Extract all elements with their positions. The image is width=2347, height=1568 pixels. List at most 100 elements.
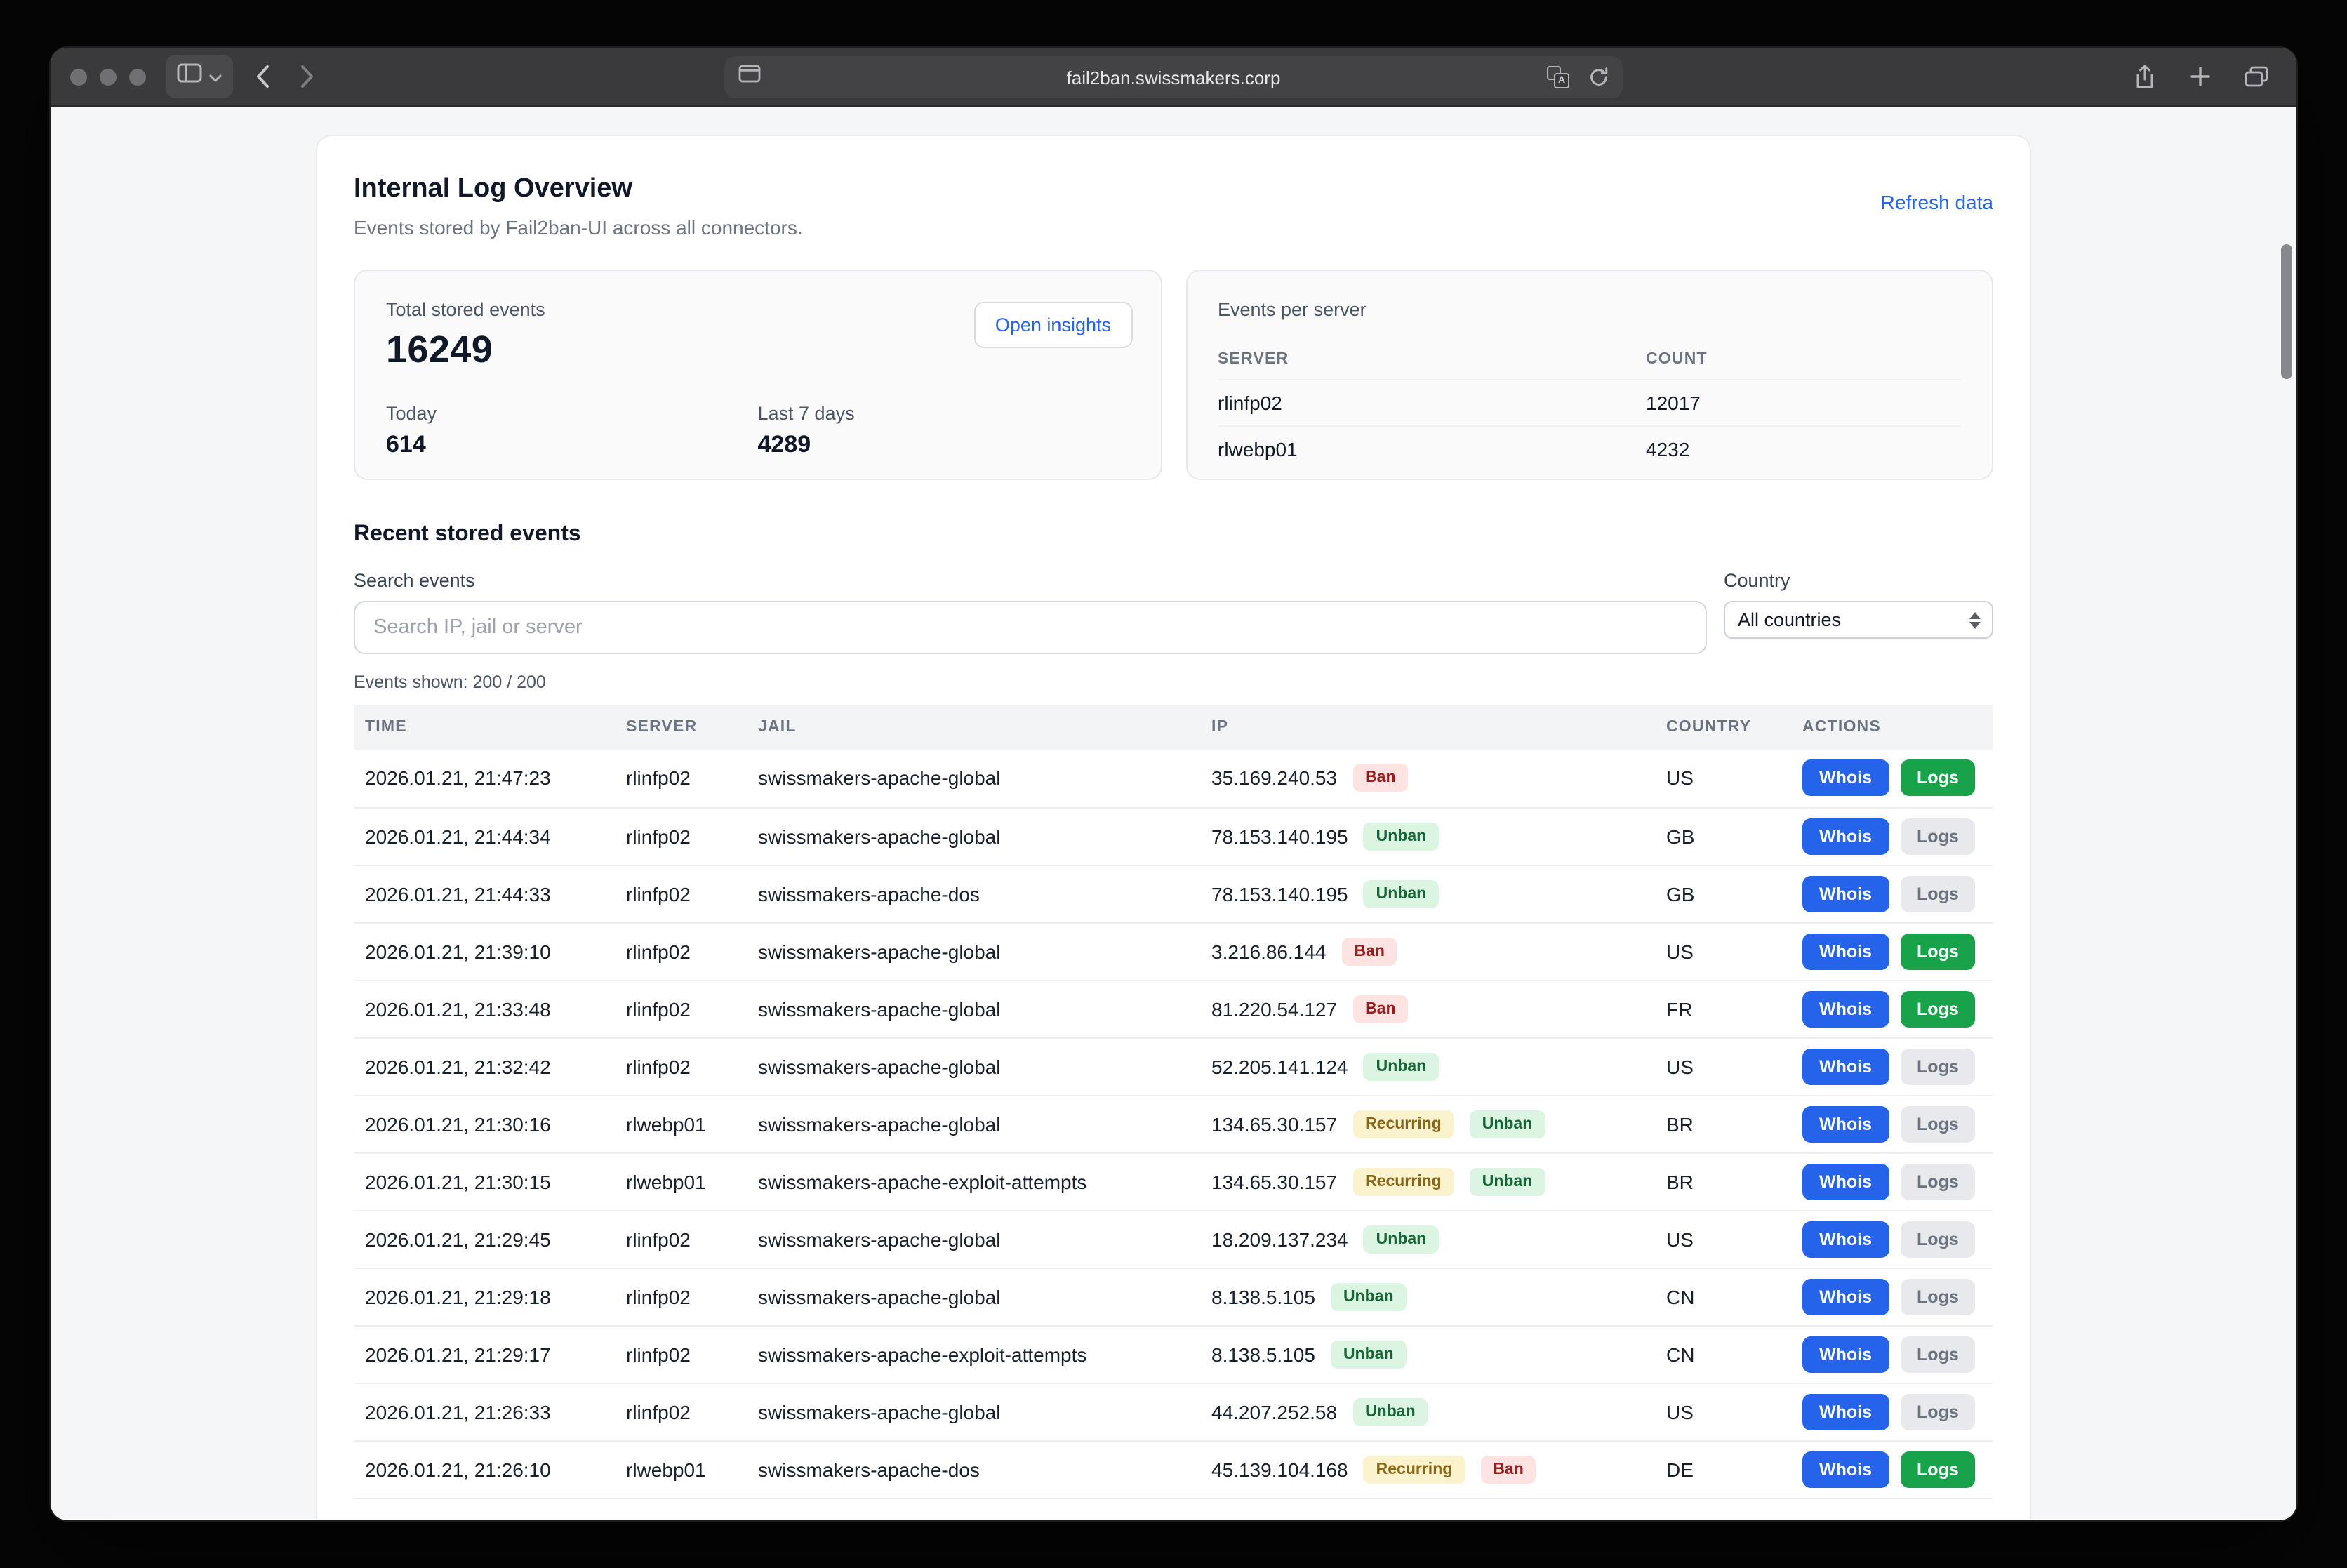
whois-button[interactable]: Whois <box>1802 1105 1889 1142</box>
status-badge: Unban <box>1331 1282 1407 1310</box>
col-jail: JAIL <box>747 705 1200 750</box>
refresh-data-link[interactable]: Refresh data <box>1881 191 1993 213</box>
per-server-col-count: COUNT <box>1646 351 1708 368</box>
new-tab-button[interactable] <box>2187 63 2214 90</box>
event-time: 2026.01.21, 21:47:23 <box>354 750 615 807</box>
logs-button[interactable]: Logs <box>1900 818 1976 854</box>
status-badge: Recurring <box>1352 1110 1454 1138</box>
minimize-window-button[interactable] <box>100 68 117 85</box>
event-time: 2026.01.21, 21:30:15 <box>354 1152 615 1210</box>
status-badge: Unban <box>1352 1397 1428 1426</box>
zoom-window-button[interactable] <box>129 68 146 85</box>
logs-button[interactable]: Logs <box>1900 1393 1976 1430</box>
event-ip: 3.216.86.144Ban <box>1200 922 1655 980</box>
event-row: 2026.01.21, 21:30:16rlwebp01swissmakers-… <box>354 1095 1993 1152</box>
page-title: Internal Log Overview <box>354 173 803 206</box>
whois-button[interactable]: Whois <box>1802 1336 1889 1372</box>
whois-button[interactable]: Whois <box>1802 1163 1889 1200</box>
logs-button[interactable]: Logs <box>1900 1451 1976 1487</box>
whois-button[interactable]: Whois <box>1802 760 1889 797</box>
events-table-header: TIME SERVER JAIL IP COUNTRY ACTIONS <box>354 705 1993 750</box>
logs-button[interactable]: Logs <box>1900 1105 1976 1142</box>
event-ip: 45.139.104.168RecurringBan <box>1200 1440 1655 1498</box>
event-row: 2026.01.21, 21:44:34rlinfp02swissmakers-… <box>354 807 1993 865</box>
search-input[interactable] <box>354 601 1707 654</box>
col-country: COUNTRY <box>1655 705 1791 750</box>
country-label: Country <box>1724 570 1993 591</box>
per-server-header-row: SERVER COUNT <box>1218 340 1961 380</box>
scrollbar-thumb[interactable] <box>2281 244 2292 379</box>
last7-stat: Last 7 days 4289 <box>758 403 1130 459</box>
ip-address: 8.138.5.105 <box>1211 1343 1315 1365</box>
logs-button[interactable]: Logs <box>1900 1336 1976 1372</box>
event-row: 2026.01.21, 21:26:33rlinfp02swissmakers-… <box>354 1383 1993 1440</box>
whois-button[interactable]: Whois <box>1802 1221 1889 1257</box>
event-row: 2026.01.21, 21:44:33rlinfp02swissmakers-… <box>354 865 1993 922</box>
screen: fail2ban.swissmakers.corp A <box>0 0 2347 1568</box>
event-actions: Whois Logs <box>1791 922 1993 980</box>
back-button[interactable] <box>253 62 272 91</box>
ip-address: 134.65.30.157 <box>1211 1170 1337 1192</box>
event-jail: swissmakers-apache-dos <box>747 1440 1200 1498</box>
logs-button[interactable]: Logs <box>1900 933 1976 969</box>
share-icon[interactable] <box>2131 61 2159 92</box>
event-jail: swissmakers-apache-global <box>747 807 1200 865</box>
forward-button[interactable] <box>298 62 317 91</box>
server-name: rlwebp01 <box>1218 438 1646 460</box>
country-select-value: All countries <box>1738 609 1841 630</box>
page-header-text: Internal Log Overview Events stored by F… <box>354 173 803 241</box>
whois-button[interactable]: Whois <box>1802 1393 1889 1430</box>
event-actions: Whois Logs <box>1791 1037 1993 1095</box>
logs-button[interactable]: Logs <box>1900 1221 1976 1257</box>
ip-address: 81.220.54.127 <box>1211 997 1337 1020</box>
total-events-card: Total stored events 16249 Open insights … <box>354 270 1162 480</box>
page-header: Internal Log Overview Events stored by F… <box>354 173 1993 241</box>
today-label: Today <box>386 403 758 424</box>
sidebar-toggle-group[interactable] <box>166 55 233 98</box>
substats: Today 614 Last 7 days 4289 <box>386 403 1129 459</box>
whois-button[interactable]: Whois <box>1802 1278 1889 1315</box>
ip-address: 78.153.140.195 <box>1211 825 1348 847</box>
whois-button[interactable]: Whois <box>1802 1451 1889 1487</box>
whois-button[interactable]: Whois <box>1802 990 1889 1027</box>
whois-button[interactable]: Whois <box>1802 1048 1889 1084</box>
logs-button[interactable]: Logs <box>1900 1278 1976 1315</box>
event-time: 2026.01.21, 21:30:16 <box>354 1095 615 1152</box>
logs-button[interactable]: Logs <box>1900 990 1976 1027</box>
ip-address: 8.138.5.105 <box>1211 1285 1315 1308</box>
tab-overview-button[interactable] <box>2242 63 2271 90</box>
per-server-col-server: SERVER <box>1218 351 1646 368</box>
last7-label: Last 7 days <box>758 403 1130 424</box>
logs-button[interactable]: Logs <box>1900 760 1976 797</box>
reload-button[interactable] <box>1586 65 1611 90</box>
whois-button[interactable]: Whois <box>1802 818 1889 854</box>
today-stat: Today 614 <box>386 403 758 459</box>
event-row: 2026.01.21, 21:39:10rlinfp02swissmakers-… <box>354 922 1993 980</box>
event-row: 2026.01.21, 21:29:45rlinfp02swissmakers-… <box>354 1210 1993 1268</box>
whois-button[interactable]: Whois <box>1802 933 1889 969</box>
sidebar-icon <box>177 63 202 90</box>
country-select[interactable]: All countries <box>1724 601 1993 639</box>
translate-icon[interactable]: A <box>1547 66 1569 88</box>
open-insights-button[interactable]: Open insights <box>974 302 1132 348</box>
status-badge: Ban <box>1352 995 1408 1023</box>
ip-address: 45.139.104.168 <box>1211 1458 1348 1480</box>
event-server: rlwebp01 <box>615 1152 747 1210</box>
toolbar-right-actions <box>2131 61 2277 92</box>
whois-button[interactable]: Whois <box>1802 875 1889 912</box>
last7-value: 4289 <box>758 431 1130 459</box>
ip-address: 78.153.140.195 <box>1211 882 1348 905</box>
event-country: GB <box>1655 807 1791 865</box>
search-field-group: Search events <box>354 570 1707 654</box>
logs-button[interactable]: Logs <box>1900 1163 1976 1200</box>
logs-button[interactable]: Logs <box>1900 875 1976 912</box>
address-bar[interactable]: fail2ban.swissmakers.corp A <box>724 56 1623 98</box>
event-actions: Whois Logs <box>1791 865 1993 922</box>
logs-button[interactable]: Logs <box>1900 1048 1976 1084</box>
event-ip: 44.207.252.58Unban <box>1200 1383 1655 1440</box>
status-badge: Ban <box>1480 1455 1536 1483</box>
status-badge: Unban <box>1364 879 1440 908</box>
close-window-button[interactable] <box>70 68 87 85</box>
status-badge: Ban <box>1352 764 1408 792</box>
today-value: 614 <box>386 431 758 459</box>
